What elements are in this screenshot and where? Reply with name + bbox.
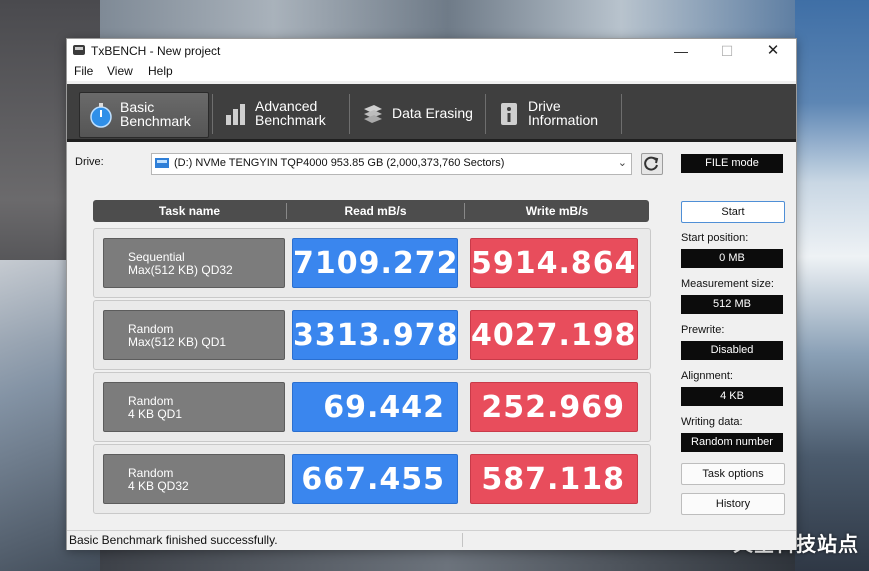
result-row-rnd-512-qd1: Random Max(512 KB) QD1 3313.978 4027.198 bbox=[93, 300, 651, 370]
refresh-button[interactable] bbox=[641, 153, 663, 175]
task-button[interactable]: Random 4 KB QD32 bbox=[103, 454, 285, 504]
task-name-line2: 4 KB QD32 bbox=[128, 479, 189, 493]
tab-advanced-line2: Benchmark bbox=[255, 112, 326, 128]
measurement-size-value[interactable]: 512 MB bbox=[681, 295, 783, 314]
start-button[interactable]: Start bbox=[681, 201, 785, 223]
menu-file[interactable]: File bbox=[74, 64, 93, 78]
stopwatch-icon bbox=[90, 103, 112, 128]
tab-drive-information[interactable]: Drive Information bbox=[488, 92, 618, 136]
disk-icon bbox=[155, 158, 169, 168]
task-name-line1: Random bbox=[128, 466, 174, 480]
read-value: 667.455 bbox=[292, 454, 458, 504]
toolbar-divider bbox=[621, 94, 622, 134]
tab-data-erasing[interactable]: Data Erasing bbox=[352, 92, 482, 136]
alignment-value[interactable]: 4 KB bbox=[681, 387, 783, 406]
status-bar: Basic Benchmark finished successfully. bbox=[67, 530, 796, 550]
write-value: 587.118 bbox=[470, 454, 638, 504]
results-header: Task name Read mB/s Write mB/s bbox=[93, 200, 649, 222]
tab-drive-line2: Information bbox=[528, 112, 599, 128]
bar-chart-icon bbox=[226, 104, 245, 125]
tab-advanced-benchmark[interactable]: Advanced Benchmark bbox=[215, 92, 345, 136]
prewrite-value[interactable]: Disabled bbox=[681, 341, 783, 360]
read-value: 3313.978 bbox=[292, 310, 458, 360]
header-read: Read mB/s bbox=[344, 204, 407, 218]
write-value: 4027.198 bbox=[470, 310, 638, 360]
status-text: Basic Benchmark finished successfully. bbox=[69, 533, 278, 547]
header-task-name: Task name bbox=[158, 204, 221, 218]
drive-info-icon bbox=[501, 103, 517, 125]
status-divider bbox=[462, 533, 463, 547]
erase-icon bbox=[364, 105, 382, 123]
desktop-wallpaper-bottom bbox=[100, 548, 795, 571]
task-button[interactable]: Sequential Max(512 KB) QD32 bbox=[103, 238, 285, 288]
app-icon bbox=[73, 45, 85, 55]
history-button[interactable]: History bbox=[681, 493, 785, 515]
write-value: 5914.864 bbox=[470, 238, 638, 288]
file-mode-indicator: FILE mode bbox=[681, 154, 783, 173]
write-value: 252.969 bbox=[470, 382, 638, 432]
title-bar: TxBENCH - New project — ☐ ✕ bbox=[67, 39, 796, 63]
desktop-wallpaper-right bbox=[795, 0, 869, 571]
writing-data-label: Writing data: bbox=[681, 416, 743, 428]
task-name-line2: Max(512 KB) QD32 bbox=[128, 263, 233, 277]
toolbar: Basic Benchmark Advanced Benchmark Data … bbox=[67, 84, 796, 142]
task-button[interactable]: Random Max(512 KB) QD1 bbox=[103, 310, 285, 360]
minimize-button[interactable]: — bbox=[658, 39, 704, 63]
alignment-label: Alignment: bbox=[681, 370, 733, 382]
menu-bar: File View Help bbox=[67, 63, 796, 81]
refresh-icon bbox=[644, 156, 659, 171]
window-title: TxBENCH - New project bbox=[91, 44, 221, 58]
drive-row: Drive: (D:) NVMe TENGYIN TQP4000 953.85 … bbox=[67, 153, 796, 177]
start-position-label: Start position: bbox=[681, 232, 749, 244]
result-row-rnd-4k-qd1: Random 4 KB QD1 69.442 252.969 bbox=[93, 372, 651, 442]
tab-erasing-label: Data Erasing bbox=[392, 105, 473, 121]
task-name-line1: Random bbox=[128, 394, 174, 408]
task-name-line2: 4 KB QD1 bbox=[128, 407, 183, 421]
read-value: 7109.272 bbox=[292, 238, 458, 288]
drive-select[interactable]: (D:) NVMe TENGYIN TQP4000 953.85 GB (2,0… bbox=[151, 153, 632, 175]
writing-data-value[interactable]: Random number bbox=[681, 433, 783, 452]
toolbar-divider bbox=[349, 94, 350, 134]
result-row-rnd-4k-qd32: Random 4 KB QD32 667.455 587.118 bbox=[93, 444, 651, 514]
desktop-wallpaper-top bbox=[100, 0, 795, 38]
toolbar-divider bbox=[485, 94, 486, 134]
result-row-seq-qd32: Sequential Max(512 KB) QD32 7109.272 591… bbox=[93, 228, 651, 298]
task-options-button[interactable]: Task options bbox=[681, 463, 785, 485]
app-window: TxBENCH - New project — ☐ ✕ File View He… bbox=[66, 38, 797, 550]
menu-help[interactable]: Help bbox=[148, 64, 173, 78]
drive-selected-text: (D:) NVMe TENGYIN TQP4000 953.85 GB (2,0… bbox=[174, 157, 505, 169]
menu-view[interactable]: View bbox=[107, 64, 133, 78]
drive-label: Drive: bbox=[75, 156, 104, 168]
tab-basic-benchmark[interactable]: Basic Benchmark bbox=[79, 92, 209, 138]
tab-basic-line2: Benchmark bbox=[120, 113, 191, 129]
start-position-value[interactable]: 0 MB bbox=[681, 249, 783, 268]
task-name-line1: Sequential bbox=[128, 250, 185, 264]
task-name-line2: Max(512 KB) QD1 bbox=[128, 335, 227, 349]
read-value: 69.442 bbox=[292, 382, 458, 432]
close-button[interactable]: ✕ bbox=[750, 39, 796, 63]
maximize-button[interactable]: ☐ bbox=[704, 39, 750, 63]
task-button[interactable]: Random 4 KB QD1 bbox=[103, 382, 285, 432]
chevron-down-icon: ⌄ bbox=[617, 157, 627, 169]
task-name-line1: Random bbox=[128, 322, 174, 336]
header-write: Write mB/s bbox=[525, 204, 589, 218]
measurement-size-label: Measurement size: bbox=[681, 278, 774, 290]
prewrite-label: Prewrite: bbox=[681, 324, 725, 336]
toolbar-divider bbox=[212, 94, 213, 134]
